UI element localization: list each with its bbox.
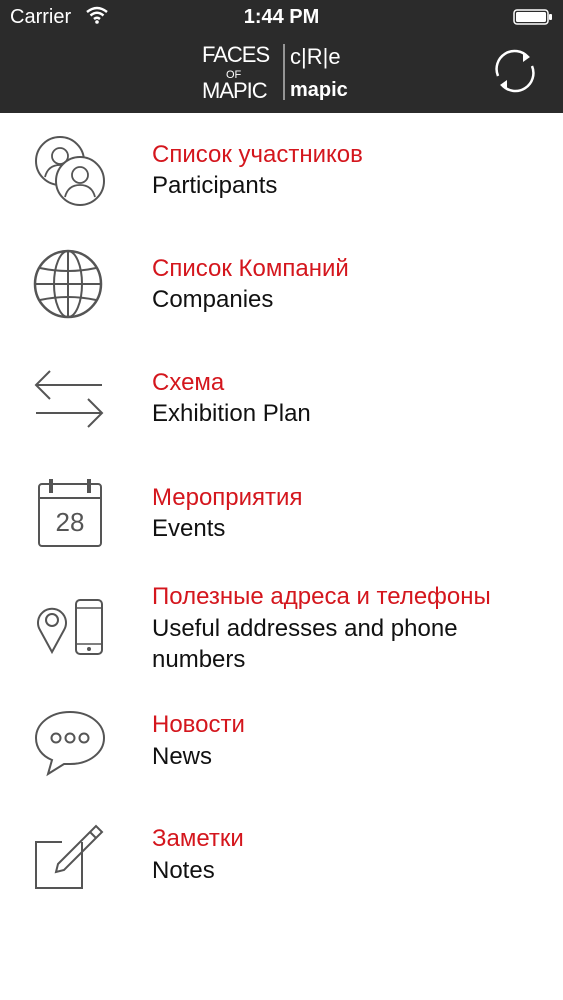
menu-item-participants[interactable]: Список участников Participants [0, 125, 563, 235]
pin-phone-icon [37, 599, 103, 655]
menu-item-title-ru: Заметки [152, 825, 244, 852]
menu-item-title-en: Useful addresses and phone numbers [152, 615, 458, 673]
battery-icon [513, 9, 552, 25]
menu-item-title-en: Notes [152, 857, 215, 884]
app-logo: FACES OF MAPIC c|R|e mapic [200, 42, 370, 103]
menu-item-events[interactable]: 28 Мероприятия Events [0, 470, 563, 580]
calendar-icon: 28 [38, 479, 102, 547]
arrows-icon [34, 370, 104, 428]
logo-cre: c|R|e [290, 44, 341, 69]
menu-item-news[interactable]: Новости News [0, 698, 563, 808]
menu-item-title-ru: Мероприятия [152, 484, 303, 511]
menu-item-companies[interactable]: Список Компаний Companies [0, 240, 563, 350]
calendar-day: 28 [56, 507, 85, 537]
menu-item-title-ru: Список участников [152, 141, 363, 168]
logo-mapic: MAPIC [202, 78, 268, 102]
chat-bubble-icon [34, 710, 106, 777]
logo-faces: FACES [202, 42, 269, 67]
clock: 1:44 PM [243, 6, 320, 28]
menu-item-notes[interactable]: Заметки Notes [0, 812, 563, 922]
menu-item-title-en: Events [152, 515, 226, 542]
menu-item-useful-addresses[interactable]: Полезные адреса и телефоны Useful addres… [0, 570, 563, 680]
participants-icon [35, 136, 105, 206]
notes-icon [35, 824, 104, 889]
menu-item-title-ru: Полезные адреса и телефоны [152, 583, 491, 610]
menu-item-title-en: Participants [152, 172, 278, 199]
app-header: Carrier 1:44 PM FACES OF MAPIC c|R|e map… [0, 0, 563, 113]
menu-item-title-ru: Список Компаний [152, 255, 349, 282]
menu-item-title-en: News [152, 743, 213, 770]
menu-item-title-en: Exhibition Plan [152, 400, 311, 427]
globe-icon [33, 249, 103, 319]
refresh-icon[interactable] [490, 46, 540, 96]
menu-item-title-ru: Новости [152, 711, 245, 738]
status-bar: Carrier 1:44 PM [0, 0, 563, 36]
menu-item-exhibition-plan[interactable]: Схема Exhibition Plan [0, 355, 563, 465]
menu-item-title-ru: Схема [152, 369, 225, 396]
logo-mapic-brand: mapic [290, 79, 348, 101]
menu-item-title-en: Companies [152, 286, 274, 313]
